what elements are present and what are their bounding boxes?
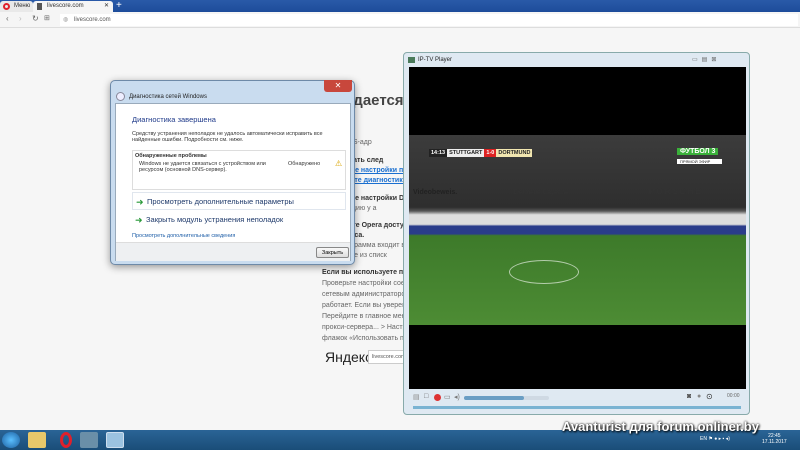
playlist-icon[interactable]: ▤ bbox=[413, 393, 420, 401]
language-indicator[interactable]: EN bbox=[700, 436, 707, 442]
stop-icon[interactable]: □ bbox=[424, 393, 428, 400]
problem-text: Windows не удается связаться с устройств… bbox=[139, 161, 266, 173]
tab-livescore[interactable]: livescore.com ✕ bbox=[33, 1, 113, 12]
start-button[interactable] bbox=[2, 432, 20, 448]
back-icon[interactable]: ‹ bbox=[6, 14, 9, 23]
dialog-body: Диагностика завершена Средству устранени… bbox=[115, 103, 351, 261]
home-team: STUTTGART bbox=[447, 149, 485, 157]
tab-bar: Меню livescore.com ✕ + bbox=[0, 0, 800, 12]
opera-logo-icon bbox=[3, 3, 10, 10]
new-tab-button[interactable]: + bbox=[116, 0, 122, 12]
iptv-taskbar-icon[interactable] bbox=[80, 432, 98, 448]
volume-icon[interactable]: ◂) bbox=[454, 393, 460, 401]
settings-icon[interactable]: ● bbox=[697, 393, 701, 400]
center-circle bbox=[509, 260, 579, 284]
yandex-search-input[interactable]: livescore.com bbox=[368, 350, 408, 364]
page-text: флажок «Использовать пр bbox=[322, 335, 408, 342]
app-icon bbox=[408, 57, 415, 63]
watermark: Avanturist для forum.onliner.by bbox=[562, 419, 759, 434]
speed-dial-icon[interactable]: ⊞ bbox=[44, 14, 50, 22]
tab-label: Меню bbox=[14, 3, 31, 9]
record-icon[interactable] bbox=[434, 394, 441, 401]
option-label: Просмотреть дополнительные параметры bbox=[147, 197, 294, 206]
page-text: Проверьте настройки соед bbox=[322, 280, 409, 287]
system-tray: EN ⚑ ● ▸ ▪ ◂) bbox=[700, 436, 730, 442]
video-frame: 14:13 STUTTGART 1-0 DORTMUND ФУТБОЛ 3 ПРЯМО… bbox=[409, 135, 746, 325]
dialog-close-button[interactable]: ✕ bbox=[324, 80, 352, 92]
ad-board: Der neue Cayenne. bbox=[514, 189, 571, 196]
video-area[interactable]: 14:13 STUTTGART 1-0 DORTMUND ФУТБОЛ 3 ПРЯМО… bbox=[409, 67, 746, 389]
window-controls: ▭▤⊠ bbox=[692, 56, 747, 64]
view-details-link[interactable]: Просмотреть дополнительные сведения bbox=[132, 233, 235, 239]
channel-logo: ФУТБОЛ 3 bbox=[677, 148, 719, 155]
channel-live-label: ПРЯМОЙ ЭФИР bbox=[677, 159, 722, 164]
green-arrow-icon: ➜ bbox=[135, 215, 143, 225]
page-icon bbox=[37, 3, 42, 10]
page-text: прокси-сервера... > Настр bbox=[322, 324, 407, 331]
ad-board: Videobeweis. bbox=[413, 189, 458, 196]
match-time: 14:13 bbox=[429, 149, 448, 157]
view-additional-options[interactable]: ➜ Просмотреть дополнительные параметры bbox=[132, 192, 346, 210]
back-icon[interactable] bbox=[116, 92, 125, 101]
explorer-taskbar-icon[interactable] bbox=[28, 432, 46, 448]
dialog-description: Средству устранения неполадок не удалось… bbox=[132, 131, 323, 143]
green-arrow-icon: ➜ bbox=[136, 197, 144, 207]
page-text: работает. Если вы уверены bbox=[322, 302, 411, 309]
iptv-player-window: IP-TV Player ▭▤⊠ 14:13 STUTTGART 1-0 DORTMU… bbox=[403, 52, 750, 415]
dialog-footer: Закрыть bbox=[116, 242, 350, 261]
problems-panel: Обнаруженные проблемы Windows не удается… bbox=[132, 150, 346, 190]
page-subheading: Если вы используете про bbox=[322, 269, 412, 276]
page-text: сетевым администратором bbox=[322, 291, 411, 298]
opera-taskbar-icon[interactable] bbox=[60, 432, 72, 448]
tab-label: livescore.com bbox=[47, 3, 84, 9]
dialog-heading: Диагностика завершена bbox=[132, 115, 216, 124]
volume-slider[interactable] bbox=[464, 396, 549, 400]
network-taskbar-icon[interactable] bbox=[106, 432, 124, 448]
player-controls: ▤ □ ▭ ◂) ◙ ● ⊙ 00:00 bbox=[409, 391, 746, 413]
close-tab-icon[interactable]: ✕ bbox=[104, 1, 109, 12]
scoreboard: 14:13 STUTTGART 1-0 DORTMUND bbox=[429, 149, 533, 157]
problem-status: Обнаружено bbox=[288, 161, 321, 167]
option-label: Закрыть модуль устранения неполадок bbox=[146, 215, 284, 224]
url-text: livescore.com bbox=[74, 17, 111, 23]
match-score: 1-0 bbox=[484, 149, 497, 157]
network-diagnostics-dialog: Диагностика сетей Windows ✕ Диагностика … bbox=[110, 80, 355, 265]
window-title: IP-TV Player bbox=[418, 57, 453, 63]
dialog-title: Диагностика сетей Windows bbox=[129, 94, 207, 100]
minimize-icon[interactable]: ▭ bbox=[692, 57, 702, 63]
site-info-icon[interactable]: ◍ bbox=[63, 14, 68, 26]
page-text: Перейдите в главное меню bbox=[322, 313, 411, 320]
close-icon[interactable]: ⊠ bbox=[711, 57, 720, 63]
forward-icon[interactable]: › bbox=[19, 14, 22, 23]
timecode: 00:00 bbox=[727, 393, 740, 399]
screenshot-icon[interactable]: ◙ bbox=[687, 393, 691, 400]
open-folder-icon[interactable]: ▭ bbox=[444, 393, 451, 401]
volume-fill bbox=[464, 396, 524, 400]
url-input[interactable]: ◍ livescore.com bbox=[60, 14, 798, 26]
close-troubleshooter[interactable]: ➜ Закрыть модуль устранения неполадок bbox=[132, 211, 346, 229]
address-bar-row: ‹ › ↻ ⊞ ◍ livescore.com bbox=[0, 12, 800, 28]
clock[interactable]: 22:45 17.11.2017 bbox=[762, 433, 787, 445]
warning-icon: ⚠ bbox=[335, 159, 343, 168]
opera-menu-tab[interactable]: Меню bbox=[0, 1, 33, 12]
away-team: DORTMUND bbox=[496, 149, 533, 157]
reload-icon[interactable]: ↻ bbox=[32, 14, 39, 23]
clock-date: 17.11.2017 bbox=[762, 439, 787, 445]
maximize-icon[interactable]: ▤ bbox=[702, 57, 712, 63]
tray-icons[interactable]: ⚑ ● ▸ ▪ ◂) bbox=[707, 436, 730, 442]
yandex-logo: Яндекс bbox=[325, 349, 373, 365]
seek-bar[interactable] bbox=[413, 406, 741, 409]
problems-header: Обнаруженные проблемы bbox=[135, 153, 207, 159]
aspect-icon[interactable]: ⊙ bbox=[706, 392, 713, 401]
ad-board: PORSCHE bbox=[649, 187, 703, 196]
close-button[interactable]: Закрыть bbox=[316, 247, 349, 258]
